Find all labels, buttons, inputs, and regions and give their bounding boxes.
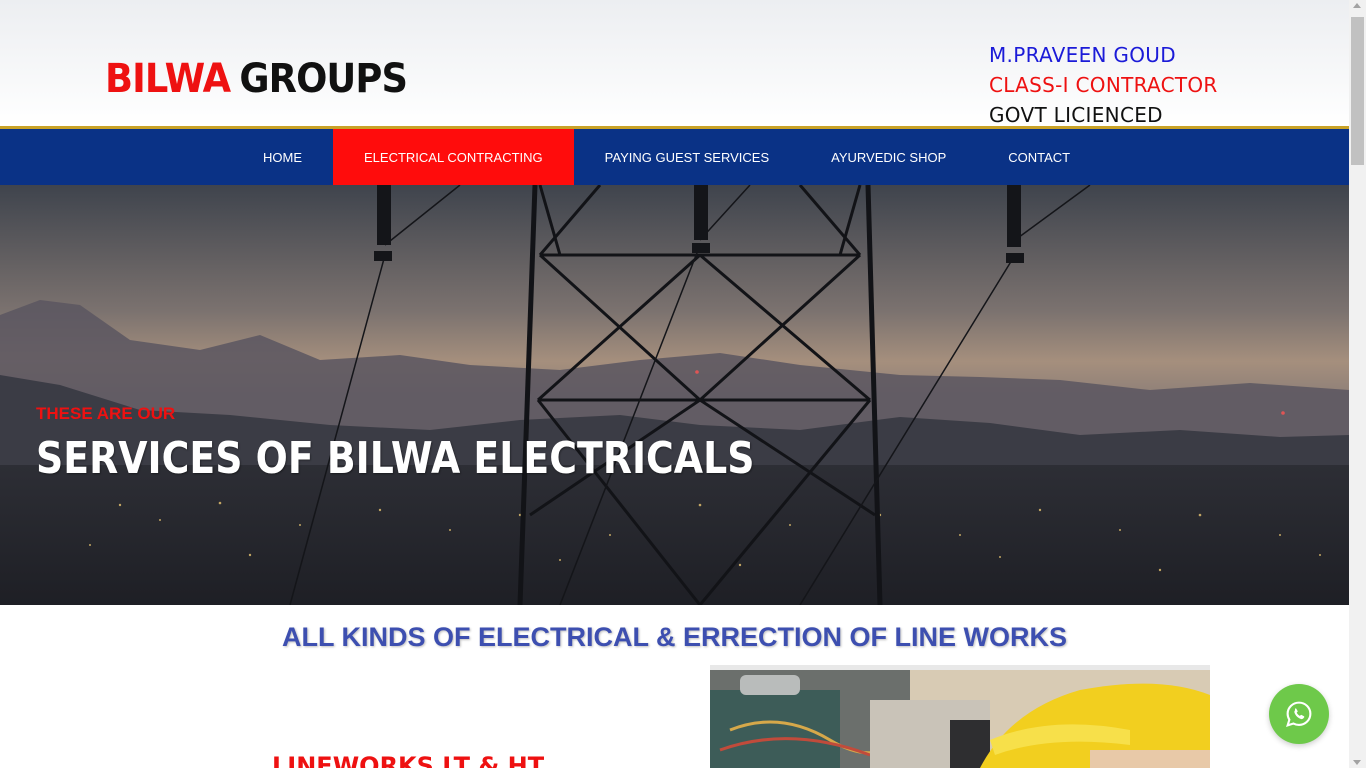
logo-part-bilwa: BILWA (105, 56, 231, 102)
nav-item-contact[interactable]: CONTACT (977, 129, 1101, 185)
nav-item-electrical-contracting[interactable]: ELECTRICAL CONTRACTING (333, 129, 574, 185)
contractor-class: CLASS-I CONTRACTOR (989, 73, 1218, 97)
site-header: BILWA GROUPS M.PRAVEEN GOUD CLASS-I CONTR… (0, 0, 1349, 127)
hero-title: SERVICES OF BILWA ELECTRICALS (36, 433, 755, 484)
nav-item-ayurvedic-shop[interactable]: AYURVEDIC SHOP (800, 129, 977, 185)
contractor-name: M.PRAVEEN GOUD (989, 43, 1176, 67)
hero-background-image (0, 185, 1349, 605)
nav-item-home[interactable]: HOME (232, 129, 333, 185)
lineworks-heading: LINEWORKS LT & HT (272, 752, 545, 768)
whatsapp-icon (1286, 701, 1312, 727)
electrician-work-image (710, 665, 1210, 768)
hero-subtitle: THESE ARE OUR (36, 404, 176, 423)
scroll-thumb[interactable] (1351, 17, 1364, 165)
page-scrollbar[interactable] (1349, 0, 1366, 768)
nav-item-paying-guest-services[interactable]: PAYING GUEST SERVICES (574, 129, 800, 185)
section-title: ALL KINDS OF ELECTRICAL & ERRECTION OF L… (281, 622, 1067, 652)
site-logo[interactable]: BILWA GROUPS (105, 56, 408, 102)
contractor-info: M.PRAVEEN GOUD CLASS-I CONTRACTOR GOVT L… (989, 40, 1218, 130)
scroll-down-arrow-icon[interactable] (1353, 760, 1361, 765)
main-nav: HOME ELECTRICAL CONTRACTING PAYING GUEST… (0, 126, 1349, 185)
nav-menu: HOME ELECTRICAL CONTRACTING PAYING GUEST… (232, 129, 1101, 185)
electrician-photo (710, 670, 1210, 768)
scroll-up-arrow-icon[interactable] (1353, 3, 1361, 8)
whatsapp-chat-button[interactable] (1269, 684, 1329, 744)
logo-part-groups: GROUPS (239, 56, 408, 102)
hero-banner: THESE ARE OUR SERVICES OF BILWA ELECTRIC… (0, 185, 1349, 605)
